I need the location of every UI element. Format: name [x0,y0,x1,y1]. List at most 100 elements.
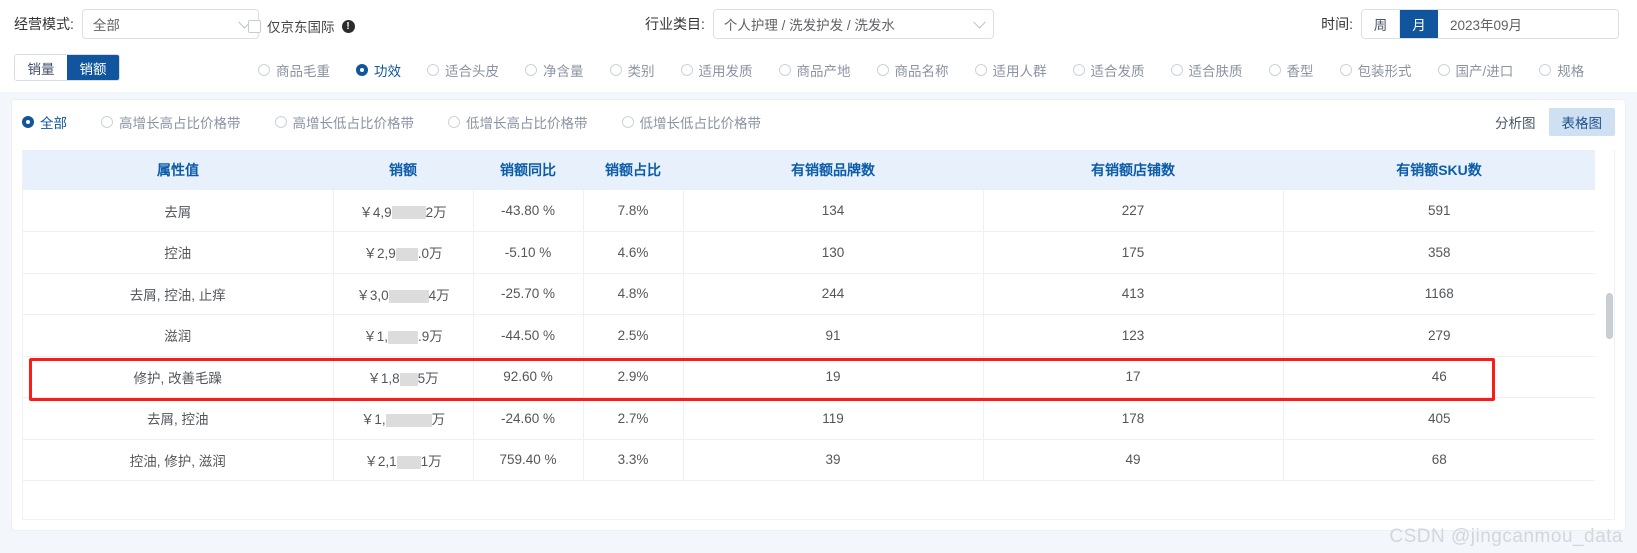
radio-icon[interactable] [1339,64,1352,76]
cell-shop-count: 123 [983,314,1284,357]
attribute-radio-label: 包装形式 [1357,64,1412,79]
radio-icon[interactable] [448,116,460,128]
time-week-button[interactable]: 周 [1362,10,1400,38]
cell-share: 2.7% [583,397,684,440]
metric-volume-button[interactable]: 销量 [15,55,67,80]
table-head: 属性值 销额 销额同比 销额占比 有销额品牌数 有销额店铺数 有销额SKU数 [23,150,1595,190]
attribute-radio-4[interactable]: 类别 [609,60,655,80]
attribute-radio-1[interactable]: 功效 [356,60,401,80]
table-row[interactable]: 控油 ￥2,9 .0万 -5.10 % 4.6% 130 175 358 [23,231,1595,274]
cell-attribute-value: 去屑, 控油 [23,397,334,440]
time-value-input[interactable]: 2023年09月 [1438,10,1618,38]
cell-share: 2.9% [583,356,684,398]
radio-icon[interactable] [427,64,439,76]
radio-icon[interactable] [356,64,368,76]
radio-icon[interactable] [1268,64,1281,76]
time-month-button[interactable]: 月 [1400,10,1438,38]
radio-icon[interactable] [1539,64,1552,76]
attribute-radio-0[interactable]: 商品毛重 [258,60,330,80]
table-row[interactable]: 去屑, 控油, 止痒 ￥3,0 4万 -25.70 % 4.8% 244 413 1168 [23,273,1595,315]
cell-brand-count: 134 [683,190,984,232]
radio-icon[interactable] [22,116,34,128]
price-band-radio-label: 高增长低占比价格带 [292,116,415,131]
radio-icon[interactable] [274,116,287,128]
attribute-radio-5[interactable]: 适用发质 [680,60,753,80]
page-root: 经营模式: 全部 仅京东国际 ! 行业类目: 个人护理 / 洗发护发 / 洗发水 [0,0,1637,553]
cell-shop-count: 413 [983,273,1284,315]
cell-attribute-value: 去屑, 控油, 止痒 [23,273,334,315]
table-header-row: 属性值 销额 销额同比 销额占比 有销额品牌数 有销额店铺数 有销额SKU数 [23,150,1595,190]
operating-mode-select[interactable]: 全部 [81,9,259,39]
info-icon[interactable]: ! [341,19,355,33]
price-band-radio-label: 全部 [40,116,67,131]
cell-brand-count: 91 [683,314,984,357]
attribute-radio-10[interactable]: 适合肤质 [1170,60,1243,80]
radio-icon[interactable] [778,64,791,76]
price-band-radio-1[interactable]: 高增长高占比价格带 [101,112,241,132]
table-row[interactable]: 去屑, 控油 ￥1, 万 -24.60 % 2.7% 119 178 405 [23,397,1595,440]
cell-share: 4.6% [583,231,684,274]
cell-shop-count: 178 [983,397,1284,440]
table-row[interactable]: 修护, 改善毛躁 ￥1,8 5万 92.60 % 2.9% 19 17 46 [23,356,1595,398]
price-band-radio-0[interactable]: 全部 [22,112,67,132]
time-picker: 周 月 2023年09月 [1361,9,1619,39]
attribute-radio-12[interactable]: 包装形式 [1339,60,1412,80]
price-band-radio-2[interactable]: 高增长低占比价格带 [274,112,415,132]
scrollbar-thumb[interactable] [1606,293,1613,339]
attribute-radio-9[interactable]: 适合发质 [1072,60,1145,80]
table-header-cell-2: 销额同比 [473,150,583,190]
sales-amount-unit: 4万 [428,287,450,303]
redacted-value [388,331,418,345]
radio-icon[interactable] [525,64,537,76]
view-analysis-button[interactable]: 分析图 [1482,108,1549,136]
sales-amount-unit: 1万 [420,453,442,469]
cell-sku-count: 591 [1283,190,1595,232]
cell-shop-count: 227 [983,190,1284,232]
attribute-radio-7[interactable]: 商品名称 [876,60,949,80]
attribute-radio-6[interactable]: 商品产地 [778,60,851,80]
attribute-radio-3[interactable]: 净含量 [525,60,584,80]
cell-attribute-value: 修护, 改善毛躁 [23,356,334,398]
redacted-value [399,372,418,386]
cell-yoy: -25.70 % [473,273,584,315]
operating-mode-value: 全部 [92,18,120,33]
radio-icon[interactable] [609,64,622,76]
metric-amount-button[interactable]: 销额 [67,55,119,80]
jd-international-checkbox-group[interactable]: 仅京东国际 ! [248,16,355,36]
radio-icon[interactable] [101,116,113,128]
table-header-cell-3: 销额占比 [583,150,683,190]
attribute-radio-11[interactable]: 香型 [1268,60,1314,80]
sales-amount-text: ￥4,9 [359,204,392,220]
attribute-radio-8[interactable]: 适用人群 [974,60,1047,80]
price-band-radio-3[interactable]: 低增长高占比价格带 [448,112,588,132]
jd-international-checkbox[interactable] [248,19,261,33]
cell-sku-count: 279 [1283,314,1595,357]
cell-yoy: -44.50 % [473,314,584,357]
vertical-scrollbar[interactable] [1606,293,1613,553]
attribute-radio-label: 商品毛重 [276,64,330,79]
radio-icon[interactable] [258,64,270,76]
attribute-radio-13[interactable]: 国产/进口 [1437,60,1513,80]
attribute-radio-14[interactable]: 规格 [1539,60,1584,80]
radio-icon[interactable] [876,64,889,76]
cell-shop-count: 175 [983,231,1284,274]
table-row[interactable]: 控油, 修护, 滋润 ￥2,1 1万 759.40 % 3.3% 39 49 68 [23,439,1595,481]
view-table-button[interactable]: 表格图 [1548,108,1615,136]
price-band-radio-label: 低增长高占比价格带 [466,116,588,131]
sales-amount-text: ￥1, [363,329,388,345]
attribute-radio-label: 净含量 [543,64,584,79]
radio-icon[interactable] [621,116,634,128]
attribute-radio-2[interactable]: 适合头皮 [427,60,499,80]
table-row[interactable]: 去屑 ￥4,9 2万 -43.80 % 7.8% 134 227 591 [23,190,1595,232]
radio-icon[interactable] [974,64,987,76]
radio-icon[interactable] [1170,64,1183,76]
cell-attribute-value: 滋润 [23,314,334,357]
radio-icon[interactable] [1437,64,1450,76]
operating-mode-label: 经营模式: [14,16,74,32]
radio-icon[interactable] [1072,64,1085,76]
sales-amount-unit: 2万 [425,204,447,220]
price-band-radio-4[interactable]: 低增长低占比价格带 [621,112,761,132]
table-row[interactable]: 滋润 ￥1, .9万 -44.50 % 2.5% 91 123 279 [23,314,1595,357]
radio-icon[interactable] [680,64,693,76]
industry-category-select[interactable]: 个人护理 / 洗发护发 / 洗发水 [712,9,994,39]
